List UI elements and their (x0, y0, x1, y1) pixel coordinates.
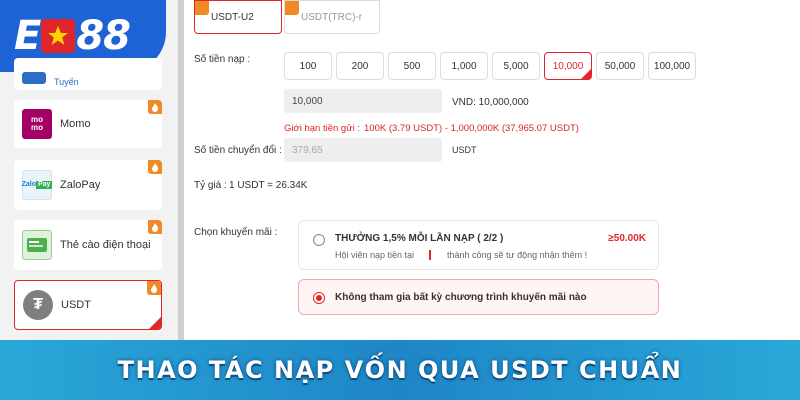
hot-badge-icon (195, 1, 209, 15)
tab-label: USDT-U2 (211, 11, 254, 23)
tab-label: USDT(TRC)-r (301, 11, 363, 23)
rate-label: Tỷ giá : (194, 180, 227, 191)
sidebar-item-zalopay[interactable]: Zalo Pay ZaloPay (14, 160, 162, 210)
momo-icon: mo mo (22, 109, 52, 139)
caption-banner: THAO TÁC NẠP VỐN QUA USDT CHUẨN (0, 340, 800, 400)
promotion-title: THƯỞNG 1,5% MỖI LẦN NẠP ( 2/2 ) (335, 233, 504, 244)
convert-amount-field: 379.65 (284, 138, 442, 162)
hot-badge-icon (147, 281, 161, 295)
sidebar-item-usdt[interactable]: ₮ USDT (14, 280, 162, 330)
amount-option[interactable]: 5,000 (492, 52, 540, 80)
logo-letter: E (14, 13, 41, 59)
hot-badge-icon (285, 1, 299, 15)
amount-option[interactable]: 100,000 (648, 52, 696, 80)
amount-option-selected[interactable]: 10,000 (544, 52, 592, 80)
sidebar-item-label: USDT (61, 299, 91, 311)
promotion-radio-selected[interactable] (313, 292, 325, 304)
amount-option[interactable]: 200 (336, 52, 384, 80)
phone-card-icon (22, 230, 52, 260)
amount-input[interactable]: 10,000 (284, 89, 442, 113)
amount-option[interactable]: 50,000 (596, 52, 644, 80)
amount-option[interactable]: 100 (284, 52, 332, 80)
deposit-form: USDT-U2 USDT(TRC)-r Số tiền nạp : 100 20… (184, 0, 800, 340)
text-cursor (429, 250, 431, 260)
bank-icon (22, 72, 46, 84)
tab-usdt-u2[interactable]: USDT-U2 (194, 0, 282, 34)
amount-label: Số tiền nạp : (194, 54, 251, 65)
amount-option[interactable]: 500 (388, 52, 436, 80)
promotion-desc-end: thành công sẽ tự động nhận thêm ! (447, 250, 588, 260)
sidebar-item-label: Thẻ cào điện thoại (60, 239, 151, 251)
selected-check-icon (581, 69, 591, 79)
rate-value: 1 USDT = 26.34K (229, 180, 308, 191)
sidebar-item-label: Momo (60, 118, 91, 130)
promotion-title: Không tham gia bất kỳ chương trình khuyế… (335, 292, 587, 303)
promotion-label: Chọn khuyến mãi : (194, 227, 278, 238)
deposit-limit-value: 100K (3.79 USDT) - 1,000,000K (37,965.07… (364, 123, 579, 134)
hot-badge-icon (148, 220, 162, 234)
banner-title: THAO TÁC NẠP VỐN QUA USDT CHUẨN (117, 356, 683, 384)
promotion-desc: Hội viên nạp tiền tại (335, 250, 415, 260)
hot-badge-icon (148, 160, 162, 174)
promotion-option-bonus[interactable]: THƯỞNG 1,5% MỖI LẦN NẠP ( 2/2 ) Hội viên… (298, 220, 659, 270)
logo-number: 88 (76, 13, 131, 59)
promotion-amount: ≥50.00K (608, 233, 646, 244)
deposit-limit-label: Giới hạn tiền gửi : (284, 123, 360, 134)
zalopay-icon: Zalo Pay (22, 170, 53, 200)
hot-badge-icon (148, 100, 162, 114)
tab-usdt-trc[interactable]: USDT(TRC)-r (284, 0, 380, 34)
promotion-option-none[interactable]: Không tham gia bất kỳ chương trình khuyế… (298, 279, 659, 315)
tether-icon: ₮ (23, 290, 53, 320)
amount-option[interactable]: 1,000 (440, 52, 488, 80)
convert-unit: USDT (452, 145, 477, 155)
sidebar-item-bank[interactable]: Tuyến (14, 58, 162, 90)
sidebar-item-label: Tuyến (54, 77, 79, 87)
sidebar-item-momo[interactable]: mo mo Momo (14, 100, 162, 148)
promotion-radio[interactable] (313, 234, 325, 246)
convert-label: Số tiền chuyển đổi : (194, 145, 282, 156)
sidebar-item-label: ZaloPay (60, 179, 101, 191)
vnd-conversion-text: VND: 10,000,000 (452, 97, 529, 108)
amount-option-label: 10,000 (552, 60, 584, 72)
selected-check-icon (149, 317, 161, 329)
payment-sidebar: E 88 Tuyến mo mo Momo Zalo Pay ZaloPay Thẻ… (0, 0, 178, 340)
logo-star-icon (41, 19, 76, 53)
sidebar-item-phone-card[interactable]: Thẻ cào điện thoại (14, 220, 162, 270)
